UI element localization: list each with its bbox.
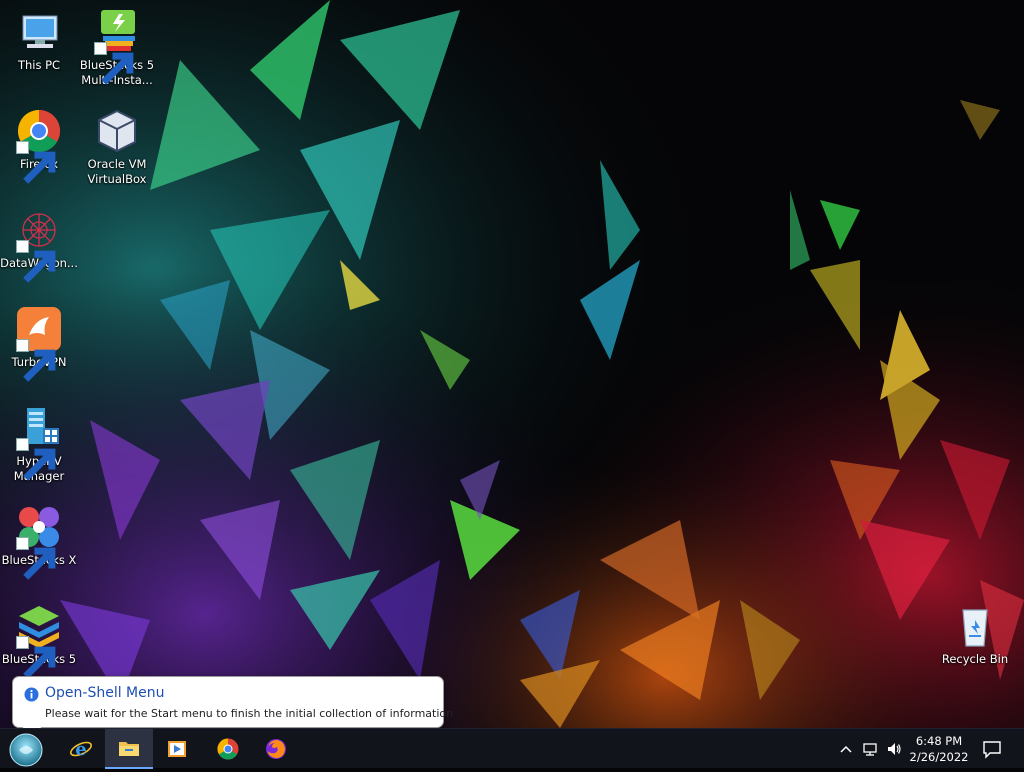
desktop-icon-bluestacks-x[interactable]: BlueStacks X	[0, 503, 78, 583]
taskbar-clock[interactable]: 6:48 PM 2/26/2022	[900, 733, 978, 765]
chevron-up-icon[interactable]	[838, 741, 854, 757]
chrome-icon	[217, 738, 239, 760]
open-shell-notification[interactable]: Open-Shell Menu Please wait for the Star…	[12, 676, 453, 728]
desktop-icon-virtualbox[interactable]: Oracle VM VirtualBox	[78, 107, 156, 187]
bluestacks-multi-instance-icon	[93, 8, 141, 85]
recycle-bin-icon	[951, 602, 999, 650]
taskbar-file-explorer[interactable]	[105, 729, 153, 769]
desktop-icon-label: Oracle VM VirtualBox	[87, 157, 147, 186]
datawagon-icon	[15, 206, 63, 283]
notification-message: Please wait for the Start menu to finish…	[45, 707, 454, 720]
shortcut-arrow-icon	[16, 339, 56, 382]
desktop-icon-bluestacks-multi-instance[interactable]: BlueStacks 5 Multi-Insta...	[78, 8, 156, 88]
desktop-icon-this-pc[interactable]: This PC	[0, 8, 78, 88]
shortcut-arrow-icon	[94, 42, 134, 85]
shortcut-arrow-icon	[16, 537, 56, 580]
info-icon	[24, 687, 39, 702]
bluestacks-x-icon	[15, 503, 63, 580]
desktop-icon-label: Recycle Bin	[941, 652, 1009, 666]
hyperv-manager-icon	[15, 404, 63, 481]
start-button[interactable]	[6, 732, 46, 768]
turbovpn-icon	[15, 305, 63, 382]
media-player-icon	[168, 741, 186, 757]
svg-text:e: e	[75, 739, 86, 760]
desktop-icon-firefox[interactable]: Firefox	[0, 107, 78, 187]
clock-time: 6:48 PM	[915, 734, 963, 748]
shortcut-arrow-icon	[16, 141, 56, 184]
desktop-icon-turbovpn[interactable]: TurboVPN	[0, 305, 78, 385]
virtualbox-icon	[93, 107, 141, 155]
shortcut-arrow-icon	[16, 636, 56, 679]
taskbar-internet-explorer[interactable]: e	[57, 729, 105, 769]
internet-explorer-icon: e	[70, 739, 92, 760]
shortcut-arrow-icon	[16, 438, 56, 481]
chrome-icon	[15, 107, 63, 184]
taskbar-media-player[interactable]	[153, 729, 201, 769]
start-orb-icon	[9, 733, 43, 767]
taskbar-firefox[interactable]	[252, 729, 300, 769]
desktop-icon-label: This PC	[17, 58, 61, 72]
desktop-icon-bluestacks5[interactable]: BlueStacks 5	[0, 602, 78, 682]
action-center-icon[interactable]	[982, 739, 1002, 759]
computer-icon	[15, 8, 63, 56]
firefox-icon	[266, 739, 286, 759]
folder-icon	[119, 742, 139, 756]
shortcut-arrow-icon	[16, 240, 56, 283]
desktop-icon-datawagon[interactable]: DataWagon...	[0, 206, 78, 286]
desktop-icon-recycle-bin[interactable]: Recycle Bin	[936, 602, 1014, 682]
desktop-icon-hyperv-manager[interactable]: Hyper-V Manager	[0, 404, 78, 484]
notification-title: Open-Shell Menu	[45, 685, 165, 701]
bluestacks5-icon	[15, 602, 63, 679]
clock-date: 2/26/2022	[909, 750, 969, 764]
network-icon[interactable]	[862, 741, 878, 757]
taskbar: e 6:48 PM 2/26/2022	[0, 728, 1024, 769]
taskbar-chrome[interactable]	[204, 729, 252, 769]
